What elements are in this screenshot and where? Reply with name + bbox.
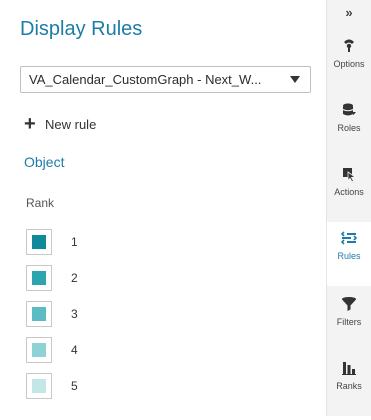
new-rule-button[interactable]: + New rule — [24, 113, 97, 135]
color-swatch-fill — [32, 271, 46, 285]
object-dropdown-value: VA_Calendar_CustomGraph - Next_W... — [29, 72, 262, 87]
rank-label: 5 — [71, 379, 78, 393]
rank-row: 4 — [26, 332, 78, 368]
color-swatch-fill — [32, 307, 46, 321]
new-rule-label: New rule — [45, 116, 97, 132]
rail-item-label: Actions — [334, 187, 364, 197]
collapse-pane-button[interactable]: » — [327, 2, 371, 22]
rank-heading: Rank — [26, 196, 55, 210]
color-swatch-fill — [32, 235, 46, 249]
rank-label: 3 — [71, 307, 78, 321]
filter-icon — [342, 297, 356, 311]
rules-icon — [341, 231, 357, 245]
rank-label: 4 — [71, 343, 78, 357]
rank-color-swatch[interactable] — [26, 301, 52, 327]
display-rules-panel: Display Rules VA_Calendar_CustomGraph - … — [0, 0, 326, 416]
rail-item-rules[interactable]: Rules — [327, 222, 371, 286]
rail-item-actions[interactable]: Actions — [327, 166, 371, 226]
options-icon — [344, 39, 354, 52]
ranks-icon — [342, 362, 356, 375]
plus-icon: + — [24, 113, 36, 135]
roles-icon — [342, 103, 356, 116]
rail-item-roles[interactable]: Roles — [327, 102, 371, 162]
rank-list: 1 2 3 4 5 — [26, 224, 78, 404]
object-dropdown[interactable]: VA_Calendar_CustomGraph - Next_W... — [20, 66, 311, 93]
rail-item-label: Options — [333, 59, 365, 69]
color-swatch-fill — [32, 343, 46, 357]
rail-item-options[interactable]: Options — [327, 38, 371, 98]
rank-row: 5 — [26, 368, 78, 404]
chevron-down-icon — [290, 76, 300, 83]
rail-item-filters[interactable]: Filters — [327, 296, 371, 356]
rail-item-label: Filters — [336, 317, 362, 327]
actions-icon — [343, 168, 357, 182]
rail-item-label: Roles — [337, 123, 361, 133]
right-pane-rail: » Options Roles Actions Rules Filters Ra… — [326, 0, 371, 416]
object-link[interactable]: Object — [24, 154, 64, 170]
rank-color-swatch[interactable] — [26, 373, 52, 399]
rank-row: 2 — [26, 260, 78, 296]
rail-item-label: Rules — [337, 251, 361, 261]
rank-row: 3 — [26, 296, 78, 332]
rank-color-swatch[interactable] — [26, 229, 52, 255]
rank-color-swatch[interactable] — [26, 337, 52, 363]
rail-item-ranks[interactable]: Ranks — [327, 360, 371, 420]
rank-color-swatch[interactable] — [26, 265, 52, 291]
rank-label: 2 — [71, 271, 78, 285]
rail-item-label: Ranks — [336, 381, 362, 391]
rank-row: 1 — [26, 224, 78, 260]
rank-label: 1 — [71, 235, 78, 249]
color-swatch-fill — [32, 379, 46, 393]
panel-title: Display Rules — [20, 18, 143, 40]
